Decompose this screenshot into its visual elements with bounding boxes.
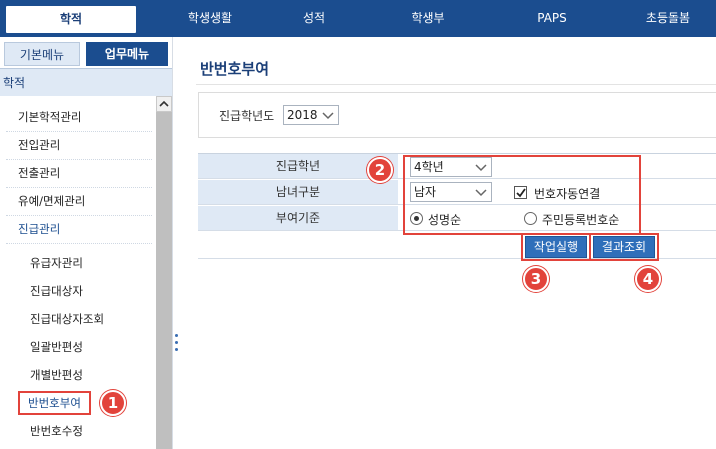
sidebar-subitem-promotion-targets[interactable]: 진급대상자 (30, 282, 83, 300)
scroll-up-button[interactable] (156, 96, 172, 112)
divider (6, 215, 152, 216)
sidebar-menu: 기본학적관리 전입관리 전출관리 유예/면제관리 진급관리 유급자관리 진급대상… (0, 96, 156, 449)
sidebar-item-promotion[interactable]: 진급관리 (18, 220, 60, 238)
divider (6, 187, 152, 188)
chevron-up-icon (159, 100, 169, 107)
sidebar-subitem-class-number-edit[interactable]: 반번호수정 (30, 422, 83, 440)
grip-dot-icon (175, 341, 178, 344)
sidebar-splitter[interactable] (172, 37, 180, 449)
sidebar-section-title: 학적 (0, 68, 172, 96)
sidebar-item-deferment[interactable]: 유예/면제관리 (18, 192, 85, 210)
annotation-box-options (403, 155, 641, 235)
nav-tab-student-life[interactable]: 학생생활 (150, 0, 270, 37)
annotation-badge-4: 4 (635, 266, 661, 292)
sidebar-subitem-promotion-target-search[interactable]: 진급대상자조회 (30, 310, 104, 328)
criteria-label: 부여기준 (198, 206, 398, 230)
sidebar-item-basic-records[interactable]: 기본학적관리 (18, 108, 81, 126)
annotation-box-run (521, 233, 591, 261)
sidebar-subitem-class-number-assign[interactable]: 반번호부여 (18, 391, 91, 415)
promotion-year-select[interactable]: 2018 (283, 105, 339, 125)
nav-tab-grades[interactable]: 성적 (258, 0, 370, 37)
nav-tab-elementary-care[interactable]: 초등돌봄 (612, 0, 716, 37)
divider (6, 131, 152, 132)
sidebar-subitem-bulk-class-assign[interactable]: 일괄반편성 (30, 338, 83, 356)
top-navigation: 학적 학생생활 성적 학생부 PAPS 초등돌봄 (0, 0, 716, 37)
divider (6, 243, 152, 244)
grip-dot-icon (175, 334, 178, 337)
sidebar-scrollbar[interactable] (156, 96, 172, 449)
nav-tab-student-register[interactable]: 학생부 (372, 0, 484, 37)
nav-tab-paps[interactable]: PAPS (496, 0, 608, 37)
search-filter-box: 진급학년도 2018 (198, 92, 716, 138)
basic-menu-tab[interactable]: 기본메뉴 (4, 42, 80, 66)
sidebar-subitem-individual-class-assign[interactable]: 개별반편성 (30, 366, 83, 384)
page-title: 반번호부여 (200, 60, 270, 78)
annotation-badge-3: 3 (523, 266, 549, 292)
sidebar-item-transfer-in[interactable]: 전입관리 (18, 136, 60, 154)
annotation-badge-1: 1 (100, 390, 126, 416)
annotation-badge-2: 2 (367, 157, 393, 183)
divider (6, 159, 152, 160)
gender-label: 남녀구분 (198, 180, 398, 204)
promotion-year-label: 진급학년도 (219, 109, 275, 123)
sidebar: 기본메뉴 업무메뉴 학적 기본학적관리 전입관리 전출관리 유예/면제관리 진급… (0, 37, 172, 449)
annotation-box-results (589, 233, 659, 261)
promotion-year-value: 2018 (287, 108, 318, 122)
chevron-down-icon (322, 112, 334, 120)
work-menu-tab[interactable]: 업무메뉴 (86, 42, 168, 66)
empty-label-cell (198, 232, 398, 256)
sidebar-item-transfer-out[interactable]: 전출관리 (18, 164, 60, 182)
divider (196, 84, 716, 85)
sidebar-subitem-retention[interactable]: 유급자관리 (30, 254, 83, 272)
grip-dot-icon (175, 348, 178, 351)
nav-tab-academic-records[interactable]: 학적 (6, 6, 136, 33)
